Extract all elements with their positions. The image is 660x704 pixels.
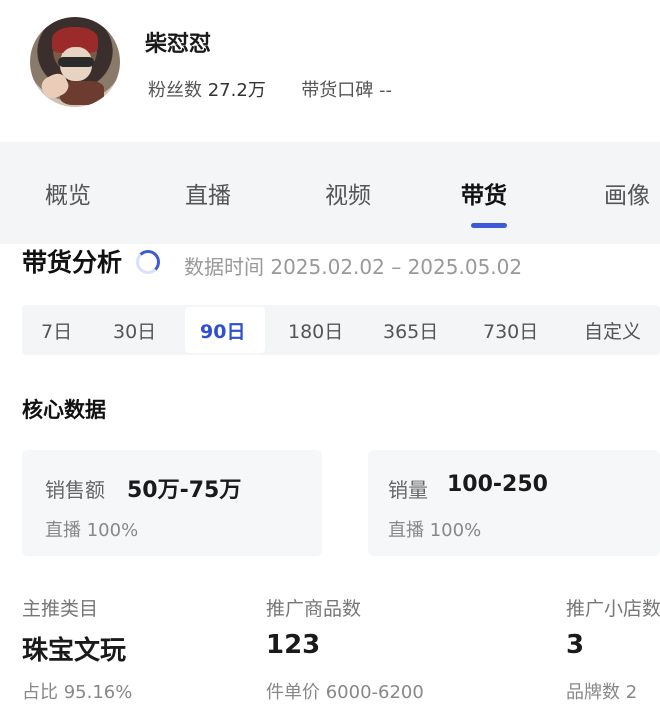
sales-amount-card[interactable]: 销售额 50万-75万 直播 100% [22,450,322,556]
range-custom[interactable]: 自定义 [584,317,641,344]
stat-label: 推广小店数 [566,598,660,620]
range-180d[interactable]: 180日 [288,317,343,344]
stat-sub: 占比 95.16% [22,682,133,703]
range-365d[interactable]: 365日 [383,317,438,344]
loading-spinner-icon [136,250,160,274]
stat-label: 推广商品数 [266,598,362,620]
tab-profile[interactable]: 画像 [604,176,650,210]
range-7d[interactable]: 7日 [41,317,72,344]
stat-value: 珠宝文玩 [22,636,127,666]
card-value: 100-250 [447,472,548,497]
tab-video[interactable]: 视频 [325,176,371,210]
data-time: 数据时间 2025.02.02 – 2025.05.02 [184,255,523,279]
range-30d[interactable]: 30日 [113,317,156,344]
reputation-value: -- [379,80,393,101]
tab-sales[interactable]: 带货 [461,176,507,210]
card-label: 销售额 [45,478,105,502]
profile-meta: 粉丝数 27.2万 带货口碑 -- [148,76,392,102]
card-sub: 直播 100% [45,520,139,541]
avatar[interactable] [30,17,120,107]
reputation-label: 带货口碑 [301,80,374,101]
stat-value: 123 [266,630,321,660]
fans-label: 粉丝数 [148,80,202,101]
profile-name: 柴怼怼 [145,32,212,57]
stat-sub: 品牌数 2 [566,682,638,703]
fans-value: 27.2万 [207,80,266,101]
card-sub: 直播 100% [388,520,482,541]
stat-sub: 件单价 6000-6200 [266,682,424,703]
section-title: 带货分析 [22,248,123,277]
stat-value: 3 [566,630,585,660]
stat-label: 主推类目 [22,598,99,620]
tab-live[interactable]: 直播 [185,176,231,210]
card-label: 销量 [388,478,428,502]
active-tab-indicator [471,223,507,228]
avatar-glasses-shape [58,57,94,67]
card-value: 50万-75万 [127,478,242,503]
tab-overview[interactable]: 概览 [45,176,91,210]
core-data-title: 核心数据 [22,398,106,422]
sales-volume-card[interactable]: 销量 100-250 直播 100% [368,450,660,556]
range-90d[interactable]: 90日 [200,317,245,344]
range-730d[interactable]: 730日 [483,317,538,344]
